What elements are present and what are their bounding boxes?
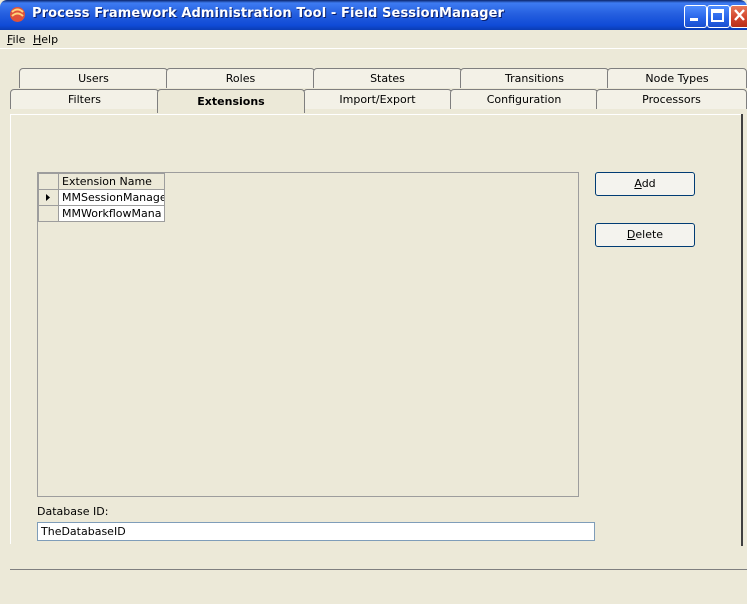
menu-file[interactable]: File (7, 33, 25, 46)
panel-shadow-edge (741, 114, 743, 546)
database-id-field[interactable]: TheDatabaseID (37, 522, 595, 541)
add-button[interactable]: Add (595, 172, 695, 196)
close-icon (734, 9, 745, 21)
table-row[interactable]: MMSessionManage (58, 189, 165, 206)
menu-help[interactable]: Help (33, 33, 58, 46)
tab-transitions[interactable]: Transitions (460, 68, 609, 88)
row-header[interactable] (38, 189, 59, 206)
tab-extensions[interactable]: Extensions (157, 89, 305, 113)
column-header-extension-name[interactable]: Extension Name (58, 173, 165, 190)
row-pointer-icon (46, 194, 50, 201)
menu-file-label: ile (12, 33, 26, 46)
minimize-button[interactable] (684, 5, 707, 28)
tab-filters[interactable]: Filters (10, 89, 159, 109)
app-icon (10, 7, 25, 22)
database-id-label: Database ID: (37, 505, 109, 518)
delete-button-label: elete (635, 228, 664, 241)
table-row[interactable]: MMWorkflowMana (58, 205, 165, 222)
menu-bar: File Help (0, 30, 747, 49)
title-bar: Process Framework Administration Tool - … (0, 0, 747, 30)
maximize-button[interactable] (707, 5, 730, 28)
tab-import-export[interactable]: Import/Export (303, 89, 452, 109)
menu-help-label: elp (41, 33, 59, 46)
close-button[interactable] (730, 5, 747, 28)
tab-configuration[interactable]: Configuration (450, 89, 598, 109)
add-button-label: dd (641, 177, 656, 190)
tab-processors[interactable]: Processors (596, 89, 747, 109)
extensions-grid[interactable]: Extension Name MMSessionManage MMWorkflo… (37, 172, 579, 497)
tab-users[interactable]: Users (19, 68, 168, 88)
tab-roles[interactable]: Roles (166, 68, 315, 88)
add-button-accesskey: A (634, 177, 642, 190)
grid-corner-header (38, 173, 59, 190)
window-title: Process Framework Administration Tool - … (32, 6, 505, 21)
row-header[interactable] (38, 205, 59, 222)
tab-strip: Users Roles States Transitions Node Type… (0, 48, 747, 114)
tab-node-types[interactable]: Node Types (607, 68, 747, 88)
minimize-icon (690, 18, 698, 21)
status-bar (10, 569, 747, 604)
maximize-icon (711, 9, 724, 22)
delete-button[interactable]: Delete (595, 223, 695, 247)
tab-states[interactable]: States (313, 68, 462, 88)
